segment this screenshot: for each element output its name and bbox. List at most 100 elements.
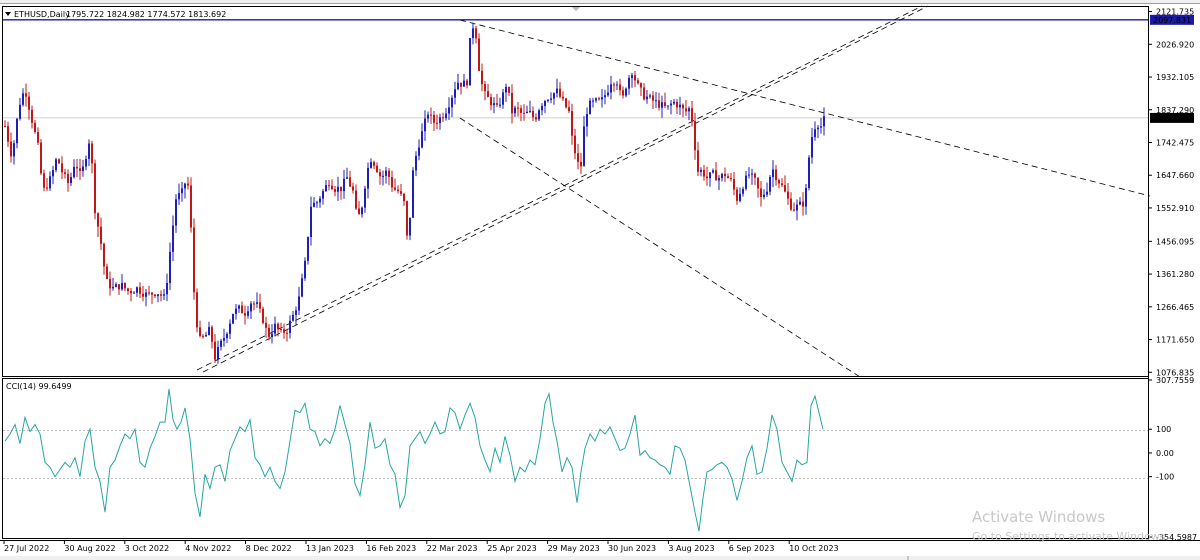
candle-body bbox=[79, 168, 81, 171]
candle-body bbox=[712, 170, 714, 173]
candle-body bbox=[523, 112, 525, 114]
candle-body bbox=[655, 100, 657, 102]
candle-body bbox=[484, 84, 486, 92]
price-axis: 2121.735 2026.920 1932.105 1837.290 1742.475… bbox=[1148, 8, 1194, 377]
candle-body bbox=[310, 206, 312, 238]
candle-body bbox=[544, 101, 546, 106]
candle-body bbox=[748, 174, 750, 176]
candle-body bbox=[742, 188, 744, 194]
candle-body bbox=[307, 237, 309, 261]
candle-body bbox=[313, 202, 315, 207]
candle-body bbox=[643, 87, 645, 100]
price-tick-label: 1932.105 bbox=[1156, 73, 1194, 82]
candle-body bbox=[550, 98, 552, 100]
candle-body bbox=[340, 186, 342, 192]
candle-body bbox=[346, 177, 348, 179]
candle-body bbox=[43, 173, 45, 188]
time-tick-label: 3 Aug 2023 bbox=[668, 544, 714, 553]
candle-body bbox=[613, 84, 615, 86]
candle-body bbox=[535, 117, 537, 120]
candle-body bbox=[487, 91, 489, 98]
candle-body bbox=[160, 294, 162, 296]
candle-body bbox=[778, 180, 780, 184]
candle-body bbox=[520, 108, 522, 113]
candle-body bbox=[460, 82, 462, 87]
candle-body bbox=[604, 95, 606, 98]
candle-body bbox=[745, 175, 747, 189]
candle-body bbox=[577, 153, 579, 162]
candle-body bbox=[361, 207, 363, 215]
price-tick-label: 1266.465 bbox=[1156, 303, 1194, 312]
candle-body bbox=[223, 338, 225, 341]
candle-body bbox=[25, 93, 27, 97]
candle-body bbox=[394, 187, 396, 190]
candle-body bbox=[262, 308, 264, 323]
price-tick-label: 2121.735 bbox=[1156, 8, 1194, 17]
price-pane[interactable] bbox=[2, 6, 1149, 377]
candle-body bbox=[727, 176, 729, 178]
price-tick-label: 1361.280 bbox=[1156, 270, 1194, 279]
candle-body bbox=[415, 155, 417, 171]
candle-body bbox=[673, 101, 675, 104]
candle-body bbox=[64, 172, 66, 174]
candle-body bbox=[418, 147, 420, 156]
candle-body bbox=[274, 323, 276, 334]
trendline-3 bbox=[196, 5, 923, 371]
candle-body bbox=[52, 170, 54, 177]
candle-body bbox=[472, 28, 474, 39]
candle-body bbox=[691, 108, 693, 121]
candle-body bbox=[142, 293, 144, 297]
candle-body bbox=[757, 177, 759, 189]
time-tick-label: 4 Nov 2022 bbox=[185, 544, 231, 553]
candle-body bbox=[280, 329, 282, 331]
candle-body bbox=[688, 108, 690, 112]
candle-body bbox=[805, 188, 807, 207]
candle-body bbox=[433, 114, 435, 123]
candle-body bbox=[193, 227, 195, 293]
scroll-marker-icon[interactable] bbox=[572, 7, 580, 11]
candle-body bbox=[721, 173, 723, 179]
candle-body bbox=[796, 204, 798, 211]
candle-body bbox=[13, 143, 15, 157]
candle-body bbox=[379, 172, 381, 177]
candle-body bbox=[730, 177, 732, 180]
candle-body bbox=[133, 292, 135, 294]
candle-body bbox=[586, 114, 588, 127]
candle-body bbox=[703, 169, 705, 177]
candle-body bbox=[58, 159, 60, 164]
candle-body bbox=[541, 105, 543, 111]
candle-body bbox=[370, 162, 372, 168]
time-tick-label: 10 Oct 2023 bbox=[789, 544, 838, 553]
candle-body bbox=[238, 305, 240, 309]
candle-body bbox=[685, 108, 687, 112]
candle-body bbox=[130, 291, 132, 294]
candle-body bbox=[421, 131, 423, 148]
candle-body bbox=[424, 118, 426, 132]
candle-body bbox=[634, 75, 636, 81]
candle-body bbox=[325, 185, 327, 192]
candle-body bbox=[448, 107, 450, 114]
cci-tick-label: 100 bbox=[1156, 425, 1171, 434]
time-tick-label: 25 Apr 2023 bbox=[487, 544, 536, 553]
candle-body bbox=[496, 103, 498, 105]
candle-body bbox=[217, 346, 219, 360]
trendline-1 bbox=[459, 19, 1151, 197]
candle-body bbox=[652, 95, 654, 101]
candle-body bbox=[574, 135, 576, 154]
candle-body bbox=[454, 89, 456, 98]
price-tick-label: 1647.660 bbox=[1156, 171, 1194, 180]
cci-layer bbox=[4, 388, 824, 532]
candle-body bbox=[334, 189, 336, 192]
candle-body bbox=[619, 84, 621, 91]
candle-body bbox=[565, 98, 567, 108]
candle-body bbox=[247, 311, 249, 316]
candle-body bbox=[376, 165, 378, 173]
candle-body bbox=[556, 88, 558, 94]
candle-body bbox=[373, 162, 375, 166]
time-tick-label: 3 Oct 2022 bbox=[125, 544, 169, 553]
symbol-menu-icon[interactable] bbox=[5, 12, 11, 16]
candle-body bbox=[175, 199, 177, 226]
candle-body bbox=[61, 163, 63, 173]
candle-body bbox=[172, 225, 174, 252]
candle-body bbox=[622, 90, 624, 96]
